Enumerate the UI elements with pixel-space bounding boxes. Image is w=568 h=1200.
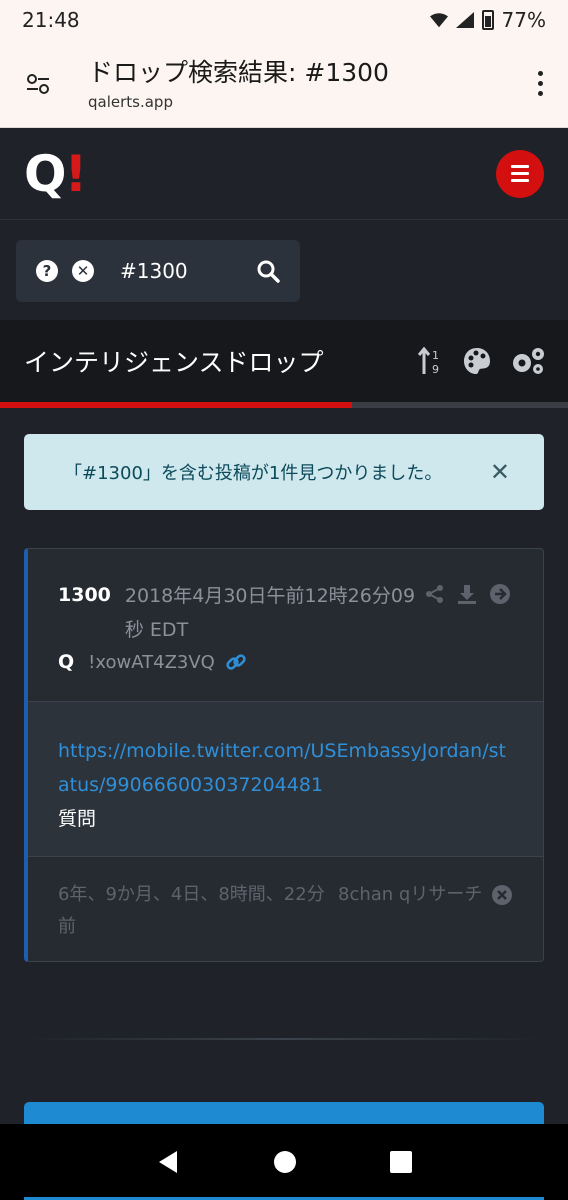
back-icon[interactable]: [155, 1149, 181, 1175]
system-nav-bar: [0, 1124, 568, 1200]
link-icon[interactable]: [225, 651, 247, 673]
search-input[interactable]: #1300: [120, 259, 256, 283]
post-footer: 6年、9か月、4日、8時間、22分前 8chan qリサーチ: [28, 857, 543, 961]
palette-icon[interactable]: [462, 346, 492, 376]
logo-q: Q: [24, 144, 66, 203]
recents-icon[interactable]: [389, 1150, 413, 1174]
clear-icon[interactable]: ✕: [72, 260, 94, 282]
hamburger-icon[interactable]: [496, 149, 544, 198]
post-link[interactable]: https://mobile.twitter.com/USEmbassyJord…: [58, 734, 513, 802]
status-time: 21:48: [22, 8, 80, 32]
result-alert: 「#1300」を含む投稿が1件見つかりました。 ✕: [24, 434, 544, 510]
download-icon[interactable]: [457, 584, 477, 604]
tune-icon[interactable]: [18, 64, 58, 104]
site-logo[interactable]: Q!: [24, 144, 88, 203]
search-box: ? ✕ #1300: [16, 240, 300, 302]
logo-bang: !: [64, 144, 88, 203]
post-author: Q: [58, 651, 75, 673]
scroll-progress-fill: [0, 402, 353, 408]
home-icon[interactable]: [272, 1149, 298, 1175]
browser-url: qalerts.app: [88, 92, 173, 111]
sort-icon[interactable]: 19: [418, 346, 444, 376]
site-header: Q!: [0, 128, 568, 220]
post-card: 1300 2018年4月30日午前12時26分09秒 EDT Q !xowAT4…: [24, 548, 544, 962]
post-number[interactable]: 1300: [58, 579, 111, 611]
search-area: ? ✕ #1300: [0, 220, 568, 320]
status-bar: 21:48 77%: [0, 0, 568, 40]
remove-icon[interactable]: [491, 884, 513, 906]
share-icon[interactable]: [425, 584, 445, 604]
arrow-right-icon[interactable]: [489, 583, 511, 605]
battery-level: 77%: [501, 8, 546, 32]
help-icon[interactable]: ?: [36, 260, 58, 282]
divider: [24, 1038, 544, 1040]
cell-signal-icon: [455, 12, 474, 28]
svg-text:9: 9: [432, 363, 439, 376]
svg-text:1: 1: [432, 349, 439, 362]
alert-message: 「#1300」を含む投稿が1件見つかりました。: [64, 463, 443, 484]
address-bar[interactable]: ドロップ検索結果: #1300 qalerts.app: [88, 57, 530, 111]
browser-title: ドロップ検索結果: #1300: [88, 57, 389, 87]
scroll-progress: [0, 402, 568, 408]
post-text: 質問: [58, 808, 97, 830]
post-body: https://mobile.twitter.com/USEmbassyJord…: [28, 702, 543, 857]
post-source: 8chan qリサーチ: [338, 884, 483, 905]
page-title: インテリジェンスドロップ: [24, 348, 324, 377]
section-header: インテリジェンスドロップ 19: [0, 320, 568, 402]
browser-bar: ドロップ検索結果: #1300 qalerts.app: [0, 40, 568, 128]
post-age: 6年、9か月、4日、8時間、22分前: [58, 884, 325, 937]
post-tripcode: !xowAT4Z3VQ: [88, 651, 215, 673]
wifi-icon: [429, 13, 448, 28]
close-icon[interactable]: ✕: [490, 458, 510, 486]
post-header: 1300 2018年4月30日午前12時26分09秒 EDT Q !xowAT4…: [28, 549, 543, 702]
menu-kebab-icon[interactable]: [530, 71, 550, 96]
battery-icon: [481, 10, 494, 30]
post-date: 2018年4月30日午前12時26分09秒 EDT: [124, 585, 416, 641]
cogs-icon[interactable]: [510, 346, 546, 376]
search-icon[interactable]: [256, 259, 280, 283]
